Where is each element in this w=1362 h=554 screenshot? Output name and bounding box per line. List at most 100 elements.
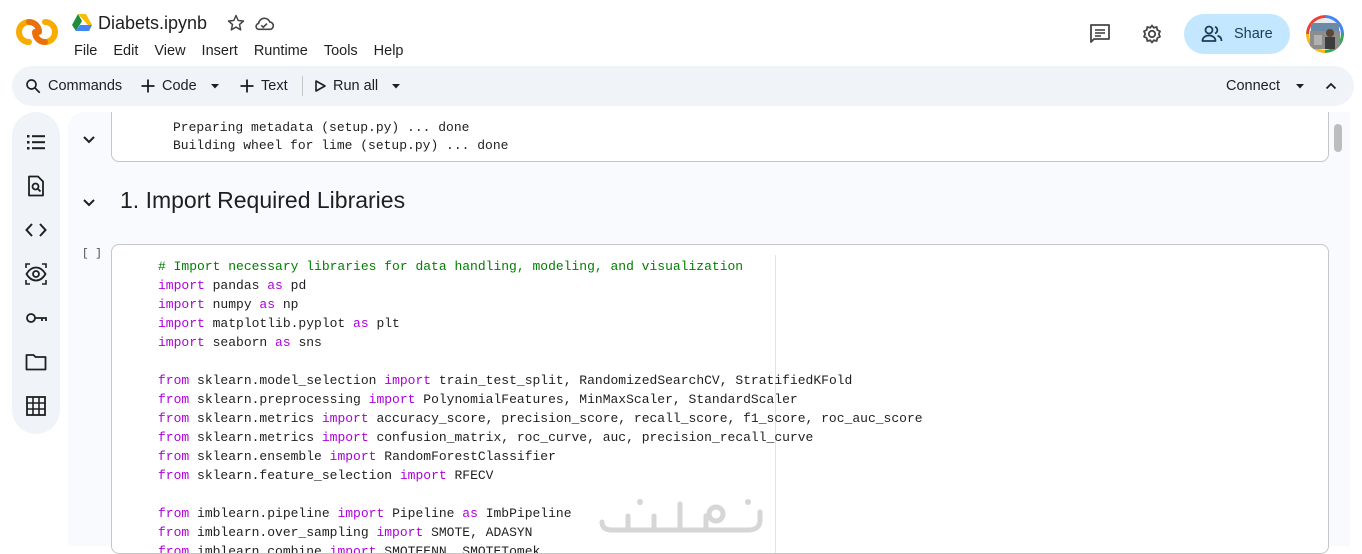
drive-icon[interactable] (72, 14, 92, 32)
code-line[interactable]: from sklearn.preprocessing import Polyno… (158, 390, 923, 409)
code-line[interactable]: import seaborn as sns (158, 333, 923, 352)
colab-logo-icon[interactable] (16, 18, 58, 46)
code-keyword: as (275, 335, 291, 350)
code-line[interactable]: import pandas as pd (158, 276, 923, 295)
menu-help[interactable]: Help (374, 43, 404, 59)
run-all-button[interactable]: Run all (313, 66, 378, 106)
menu-edit[interactable]: Edit (113, 43, 138, 59)
code-keyword: from (158, 468, 190, 483)
code-keyword: import (158, 316, 205, 331)
code-line[interactable]: from imblearn.pipeline import Pipeline a… (158, 504, 923, 523)
scrollbar-thumb[interactable] (1334, 124, 1342, 152)
variables-icon[interactable] (24, 262, 48, 286)
code-token: SMOTE, ADASYN (423, 525, 533, 540)
code-token: PolynomialFeatures, MinMaxScaler, Standa… (415, 392, 798, 407)
app-header: Diabets.ipynb File Edit View Insert Runt… (0, 0, 1362, 66)
code-token: plt (368, 316, 400, 331)
code-keyword: from (158, 449, 190, 464)
code-line[interactable]: from imblearn.over_sampling import SMOTE… (158, 523, 923, 542)
files-folder-icon[interactable] (24, 350, 48, 374)
find-icon[interactable] (24, 174, 48, 198)
run-all-dropdown-button[interactable] (390, 66, 408, 106)
watermark (598, 494, 763, 544)
code-token: ImbPipeline (477, 506, 572, 521)
menu-runtime[interactable]: Runtime (254, 43, 308, 59)
code-keyword: import (337, 506, 385, 521)
play-icon (315, 80, 326, 92)
code-keyword: from (158, 525, 190, 540)
code-line[interactable]: from imblearn.combine import SMOTEENN, S… (158, 542, 923, 553)
code-keyword: import (158, 297, 205, 312)
notebook-title[interactable]: Diabets.ipynb (98, 13, 207, 34)
caret-down-icon (211, 84, 219, 89)
data-table-icon[interactable] (24, 394, 48, 418)
menu-view[interactable]: View (154, 43, 185, 59)
code-label: Code (162, 78, 197, 94)
commands-button[interactable]: Commands (24, 66, 122, 106)
code-token: Pipeline (384, 506, 463, 521)
add-code-button[interactable]: Code (140, 66, 197, 106)
comment-icon[interactable] (1088, 22, 1112, 46)
collapse-toolbar-button[interactable] (1324, 66, 1344, 106)
code-token: sklearn.metrics (189, 430, 322, 445)
chevron-down-icon[interactable] (80, 193, 98, 211)
connect-button[interactable]: Connect (1226, 66, 1280, 106)
connect-label: Connect (1226, 78, 1281, 94)
run-all-label: Run all (333, 78, 379, 94)
code-line[interactable] (158, 352, 923, 371)
code-line[interactable]: import matplotlib.pyplot as plt (158, 314, 923, 333)
code-keyword: as (462, 506, 478, 521)
output-line: Building wheel for lime (setup.py) ... d… (173, 138, 509, 153)
cell-output: Preparing metadata (setup.py) ... done B… (111, 112, 1329, 162)
code-token: imblearn.over_sampling (189, 525, 377, 540)
code-keyword: from (158, 506, 190, 521)
plus-icon (240, 79, 254, 93)
star-icon[interactable] (226, 13, 246, 33)
cloud-icon[interactable] (253, 13, 275, 33)
connect-dropdown-button[interactable] (1294, 66, 1312, 106)
code-token: sklearn.metrics (189, 411, 322, 426)
code-token: sklearn.feature_selection (189, 468, 400, 483)
section-heading[interactable]: 1. Import Required Libraries (120, 187, 405, 214)
menu-insert[interactable]: Insert (202, 43, 238, 59)
avatar[interactable] (1306, 15, 1344, 53)
code-line[interactable]: from sklearn.model_selection import trai… (158, 371, 923, 390)
code-line[interactable]: from sklearn.metrics import confusion_ma… (158, 428, 923, 447)
code-keyword: import (368, 392, 416, 407)
code-token: accuracy_score, precision_score, recall_… (368, 411, 923, 426)
gear-icon[interactable] (1140, 22, 1164, 46)
notebook-toolbar: Commands Code Text Run all Connect (12, 66, 1354, 106)
add-text-button[interactable]: Text (239, 66, 288, 106)
search-icon (26, 79, 41, 94)
code-keyword: as (259, 297, 276, 312)
code-line[interactable] (158, 485, 923, 504)
code-keyword: from (158, 430, 190, 445)
chevron-down-icon[interactable] (80, 130, 98, 148)
code-keyword: from (158, 373, 190, 388)
cell-run-indicator[interactable]: [ ] (82, 248, 102, 260)
code-keyword: import (329, 449, 377, 464)
chevron-up-icon (1325, 82, 1337, 90)
menu-tools[interactable]: Tools (324, 43, 358, 59)
table-of-contents-icon[interactable] (24, 130, 48, 154)
code-snippets-icon[interactable] (24, 218, 48, 242)
code-line[interactable]: from sklearn.metrics import accuracy_sco… (158, 409, 923, 428)
share-label: Share (1234, 26, 1273, 42)
code-line[interactable]: # Import necessary libraries for data ha… (158, 257, 923, 276)
code-line[interactable]: import numpy as np (158, 295, 923, 314)
code-keyword: import (321, 411, 369, 426)
code-keyword: from (158, 411, 190, 426)
share-button[interactable]: Share (1184, 14, 1290, 54)
code-line[interactable]: from sklearn.ensemble import RandomFores… (158, 447, 923, 466)
menu-file[interactable]: File (74, 43, 97, 59)
code-editor[interactable]: # Import necessary libraries for data ha… (158, 257, 923, 553)
code-token: sklearn.ensemble (189, 449, 330, 464)
toolbar-divider (302, 76, 303, 96)
code-token: sklearn.model_selection (189, 373, 385, 388)
code-dropdown-button[interactable] (209, 66, 227, 106)
output-text: Preparing metadata (setup.py) ... done B… (173, 119, 508, 155)
secrets-key-icon[interactable] (24, 306, 48, 330)
code-token: sns (290, 335, 322, 350)
code-line[interactable]: from sklearn.feature_selection import RF… (158, 466, 923, 485)
code-keyword: import (376, 525, 424, 540)
